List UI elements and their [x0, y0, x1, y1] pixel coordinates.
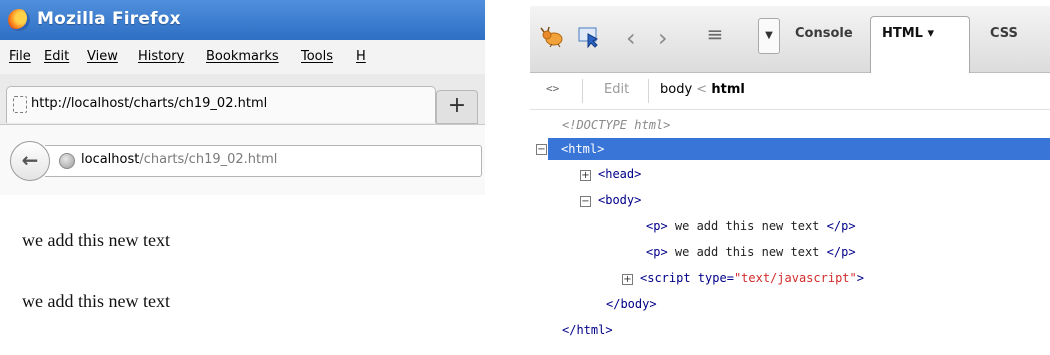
- p-node[interactable]: <p> we add this new text </p>: [646, 245, 856, 259]
- tab-strip: http://localhost/charts/ch19_02.html +: [0, 74, 485, 124]
- expand-icon[interactable]: +: [580, 170, 591, 181]
- tab-html-active[interactable]: [870, 16, 970, 73]
- firebug-toolbar: ‹ › ≡ ▼ Console HTML ▾ CSS: [530, 6, 1050, 73]
- head-node[interactable]: <head>: [598, 167, 641, 181]
- collapse-icon[interactable]: −: [580, 196, 591, 207]
- dropdown-button[interactable]: ▼: [758, 18, 780, 54]
- menu-bookmarks[interactable]: Bookmarks: [206, 49, 279, 64]
- url-bar[interactable]: localhost/charts/ch19_02.html: [45, 145, 482, 177]
- page-icon: [13, 96, 27, 113]
- breadcrumb: body < html: [660, 82, 745, 97]
- back-icon[interactable]: ‹: [626, 24, 636, 52]
- paragraph: we add this new text: [22, 230, 170, 250]
- forward-icon[interactable]: ›: [658, 24, 668, 52]
- html-open-tag: <html>: [561, 142, 605, 156]
- tab-html[interactable]: HTML ▾: [882, 26, 934, 41]
- p-node[interactable]: <p> we add this new text </p>: [646, 219, 856, 233]
- body-close-tag: </body>: [606, 297, 657, 311]
- firebug-panel: ‹ › ≡ ▼ Console HTML ▾ CSS <> Edit body …: [530, 0, 1050, 355]
- toggle-panel-icon[interactable]: <>: [546, 82, 564, 100]
- firebug-icon[interactable]: [540, 26, 566, 48]
- paragraph: we add this new text: [22, 291, 170, 311]
- browser-tab[interactable]: http://localhost/charts/ch19_02.html: [6, 86, 436, 123]
- doctype-node: <!DOCTYPE html>: [562, 118, 671, 132]
- menu-help[interactable]: H: [356, 49, 366, 64]
- collapse-icon[interactable]: −: [536, 144, 547, 155]
- body-node[interactable]: <body>: [598, 193, 641, 207]
- script-attr-value: "text/javascript": [733, 271, 857, 285]
- url-host: localhost: [81, 152, 140, 167]
- tab-console[interactable]: Console: [795, 26, 853, 41]
- new-tab-button[interactable]: +: [436, 90, 478, 124]
- menu-edit[interactable]: Edit: [44, 49, 69, 64]
- firefox-logo-icon: [8, 9, 30, 31]
- menu-bar: File Edit View History Bookmarks Tools H: [0, 40, 485, 74]
- separator: [648, 79, 649, 103]
- tab-css[interactable]: CSS: [990, 26, 1018, 41]
- p-close-tag: </p>: [826, 245, 856, 259]
- navigation-bar: localhost/charts/ch19_02.html ←: [0, 124, 485, 195]
- menu-icon[interactable]: ≡: [704, 22, 726, 46]
- p-close-tag: </p>: [826, 219, 856, 233]
- back-button[interactable]: ←: [10, 141, 50, 181]
- edit-button[interactable]: Edit: [604, 82, 629, 97]
- page-content: we add this new text we add this new tex…: [0, 196, 485, 355]
- script-attr-name: type=: [690, 271, 734, 285]
- firefox-window: Mozilla Firefox File Edit View History B…: [0, 0, 485, 355]
- breadcrumb-body[interactable]: body: [660, 82, 692, 97]
- script-node[interactable]: <script type="text/javascript">: [640, 271, 864, 285]
- script-tag-end: >: [856, 271, 864, 285]
- script-tag: <script: [640, 271, 691, 285]
- p-text: we add this new text: [667, 219, 827, 233]
- expand-icon[interactable]: +: [622, 274, 633, 285]
- menu-tools[interactable]: Tools: [301, 49, 333, 64]
- tab-title: http://localhost/charts/ch19_02.html: [31, 96, 268, 111]
- menu-view[interactable]: View: [87, 49, 118, 64]
- url-path: /charts/ch19_02.html: [139, 152, 278, 167]
- url-text: localhost/charts/ch19_02.html: [81, 152, 277, 167]
- back-arrow-icon: ←: [21, 148, 39, 172]
- breadcrumb-separator: <: [696, 82, 708, 97]
- selected-html-row[interactable]: <html>: [548, 138, 1050, 160]
- window-title: Mozilla Firefox: [37, 9, 181, 29]
- p-open-tag: <p>: [646, 219, 668, 233]
- dom-tree: <!DOCTYPE html> <html> − + <head> − <bod…: [530, 112, 1050, 355]
- p-open-tag: <p>: [646, 245, 668, 259]
- menu-file[interactable]: File: [9, 49, 31, 64]
- html-close-tag: </html>: [562, 323, 613, 337]
- html-panel-toolbar: <> Edit body < html: [530, 73, 1050, 110]
- chevron-down-icon: ▼: [765, 30, 773, 41]
- inspect-icon[interactable]: [578, 26, 600, 48]
- menu-history[interactable]: History: [138, 49, 184, 64]
- breadcrumb-html[interactable]: html: [711, 82, 744, 97]
- separator: [582, 79, 583, 103]
- title-bar: Mozilla Firefox: [0, 0, 485, 40]
- p-text: we add this new text: [667, 245, 827, 259]
- globe-icon: [59, 153, 75, 169]
